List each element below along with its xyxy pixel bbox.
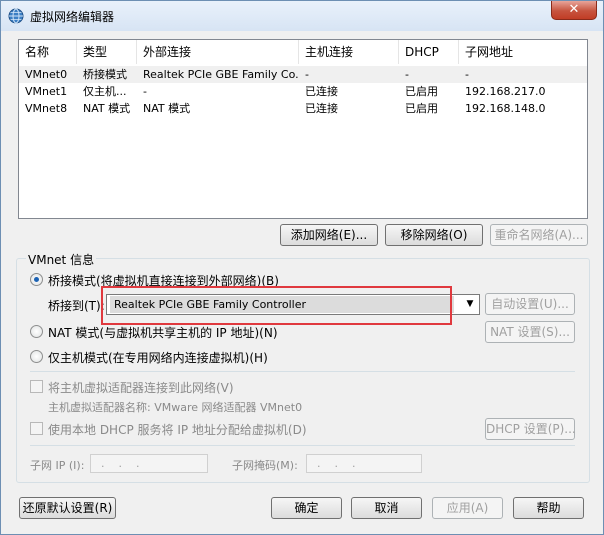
column-header-dhcp[interactable]: DHCP	[399, 40, 459, 64]
cell-external: Realtek PCIe GBE Family Co...	[143, 68, 299, 81]
virtual-network-editor-window: 虚拟网络编辑器 ✕ 名称 类型 外部连接 主机连接 DHCP 子网地址 VMne…	[0, 0, 604, 535]
cell-dhcp: 已启用	[405, 85, 438, 98]
cell-type: NAT 模式	[83, 102, 131, 115]
window-title: 虚拟网络编辑器	[30, 10, 115, 24]
vmnet-info-title: VMnet 信息	[26, 251, 97, 268]
cell-host: 已连接	[305, 102, 338, 115]
nat-mode-radio[interactable]	[30, 325, 43, 338]
remove-network-button[interactable]: 移除网络(O)	[385, 224, 483, 246]
apply-button[interactable]: 应用(A)	[432, 497, 503, 519]
column-header-type[interactable]: 类型	[77, 40, 137, 64]
cell-type: 仅主机...	[83, 85, 127, 98]
connect-adapter-label[interactable]: 将主机虚拟适配器连接到此网络(V)	[48, 379, 234, 396]
column-header-subnet[interactable]: 子网地址	[459, 40, 559, 64]
local-dhcp-checkbox[interactable]	[30, 422, 43, 435]
host-only-mode-radio[interactable]	[30, 350, 43, 363]
network-list-header: 名称 类型 外部连接 主机连接 DHCP 子网地址	[19, 40, 587, 64]
rename-network-button[interactable]: 重命名网络(A)...	[490, 224, 588, 246]
adapter-name-text: 主机虚拟适配器名称: VMware 网络适配器 VMnet0	[48, 401, 303, 414]
cell-external: -	[143, 85, 147, 98]
local-dhcp-label[interactable]: 使用本地 DHCP 服务将 IP 地址分配给虚拟机(D)	[48, 421, 307, 438]
title-bar[interactable]: 虚拟网络编辑器 ✕	[1, 1, 603, 31]
table-row[interactable]: VMnet0 桥接模式 Realtek PCIe GBE Family Co..…	[19, 66, 587, 83]
bridged-mode-radio[interactable]	[30, 273, 43, 286]
subnet-mask-label: 子网掩码(M):	[232, 459, 298, 472]
dhcp-settings-button[interactable]: DHCP 设置(P)...	[485, 418, 576, 440]
cell-dhcp: 已启用	[405, 102, 438, 115]
subnet-ip-field[interactable]: ...	[90, 454, 208, 473]
column-header-external[interactable]: 外部连接	[137, 40, 299, 64]
cell-host: -	[305, 68, 309, 81]
connect-adapter-checkbox[interactable]	[30, 380, 43, 393]
subnet-mask-field[interactable]: ...	[306, 454, 422, 473]
dropdown-arrow-icon[interactable]: ▼	[461, 295, 479, 314]
cell-dhcp: -	[405, 68, 409, 81]
cell-name: VMnet8	[25, 102, 68, 115]
cell-type: 桥接模式	[83, 68, 127, 81]
column-header-host[interactable]: 主机连接	[299, 40, 399, 64]
divider	[30, 371, 575, 372]
cell-host: 已连接	[305, 85, 338, 98]
cell-subnet: -	[465, 68, 469, 81]
help-button[interactable]: 帮助	[513, 497, 584, 519]
subnet-ip-label: 子网 IP (I):	[30, 459, 85, 472]
cell-subnet: 192.168.148.0	[465, 102, 546, 115]
bridge-to-label: 桥接到(T):	[48, 299, 105, 313]
restore-defaults-button[interactable]: 还原默认设置(R)	[19, 497, 116, 519]
cancel-button[interactable]: 取消	[351, 497, 422, 519]
add-network-button[interactable]: 添加网络(E)...	[280, 224, 378, 246]
host-only-mode-label[interactable]: 仅主机模式(在专用网络内连接虚拟机)(H)	[48, 349, 268, 366]
cell-external: NAT 模式	[143, 102, 191, 115]
nat-settings-button[interactable]: NAT 设置(S)...	[485, 321, 575, 343]
cell-subnet: 192.168.217.0	[465, 85, 546, 98]
annotation-highlight-box	[101, 286, 452, 325]
network-globe-icon	[8, 8, 24, 24]
ok-button[interactable]: 确定	[271, 497, 342, 519]
dialog-client-area: 名称 类型 外部连接 主机连接 DHCP 子网地址 VMnet0 桥接模式 Re…	[8, 31, 596, 527]
column-header-name[interactable]: 名称	[19, 40, 77, 64]
close-button[interactable]: ✕	[551, 1, 597, 20]
table-row[interactable]: VMnet8 NAT 模式 NAT 模式 已连接 已启用 192.168.148…	[19, 100, 587, 117]
network-list[interactable]: 名称 类型 外部连接 主机连接 DHCP 子网地址 VMnet0 桥接模式 Re…	[18, 39, 588, 219]
nat-mode-label[interactable]: NAT 模式(与虚拟机共享主机的 IP 地址)(N)	[48, 324, 278, 341]
cell-name: VMnet0	[25, 68, 68, 81]
auto-settings-button[interactable]: 自动设置(U)...	[485, 293, 575, 315]
table-row[interactable]: VMnet1 仅主机... - 已连接 已启用 192.168.217.0	[19, 83, 587, 100]
cell-name: VMnet1	[25, 85, 68, 98]
divider	[30, 445, 575, 446]
